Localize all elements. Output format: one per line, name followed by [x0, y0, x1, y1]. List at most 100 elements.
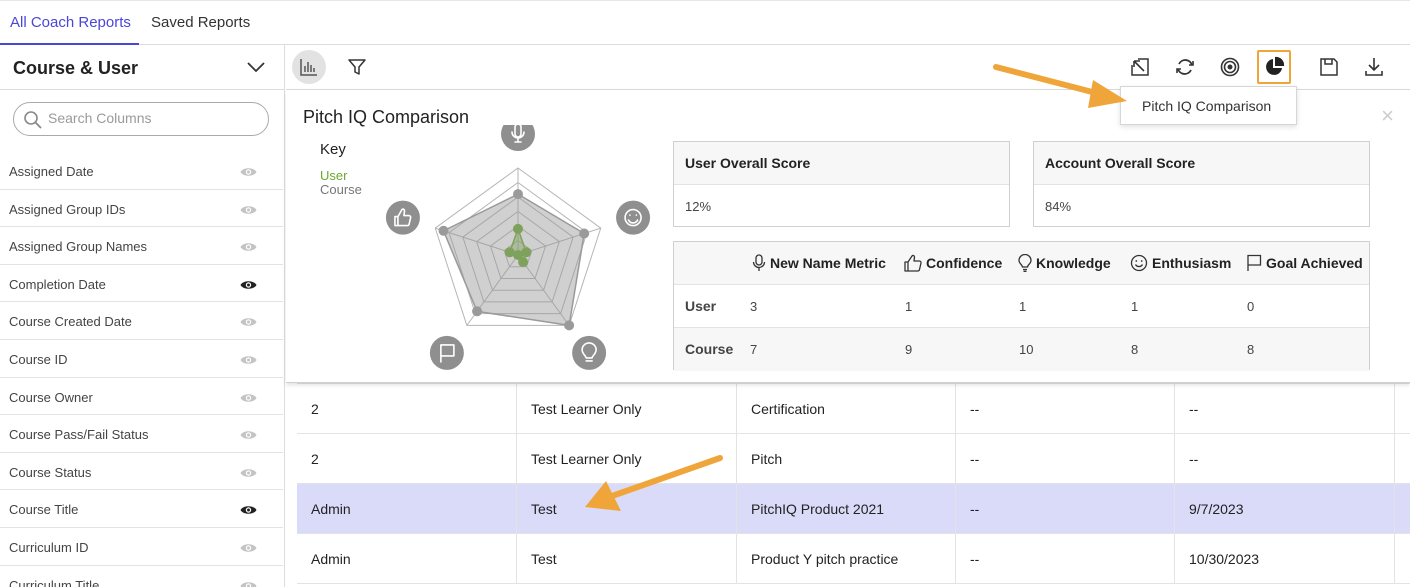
- save-button[interactable]: [1312, 50, 1346, 84]
- column-item[interactable]: Course Title: [0, 490, 283, 528]
- radar-series-course: [442, 193, 586, 327]
- table-cell: --: [956, 384, 1175, 434]
- metric-value: 8: [1131, 342, 1139, 357]
- tab-all-coach-reports[interactable]: All Coach Reports: [10, 14, 131, 31]
- radar-point-course: [438, 225, 449, 236]
- table-cell: Test Learner Only: [517, 434, 737, 484]
- table-cell: Certification: [737, 384, 956, 434]
- tab-saved-reports[interactable]: Saved Reports: [151, 14, 250, 31]
- metrics-row-label: Course: [685, 341, 734, 357]
- column-item[interactable]: Course Status: [0, 453, 283, 491]
- metric-header-confidence: Confidence: [904, 254, 1002, 272]
- table-cell: --: [956, 534, 1175, 584]
- metric-value: 9: [905, 342, 913, 357]
- smiley-icon: [1130, 254, 1148, 272]
- target-button[interactable]: [1213, 50, 1247, 84]
- bar-chart-button[interactable]: [292, 50, 326, 84]
- account-overall-score-label: Account Overall Score: [1034, 142, 1369, 185]
- download-button[interactable]: [1357, 50, 1391, 84]
- column-item[interactable]: Completion Date: [0, 265, 283, 303]
- radar-axis-badge: [572, 335, 607, 370]
- microphone-icon: [752, 254, 766, 271]
- eye-hidden-icon[interactable]: [240, 428, 257, 446]
- eye-icon[interactable]: [240, 278, 257, 296]
- account-overall-score-box: Account Overall Score 84%: [1033, 141, 1370, 227]
- table-cell: Test Learner Only: [517, 384, 737, 434]
- refresh-icon: [1176, 59, 1194, 75]
- radar-badge-circle: [616, 200, 651, 235]
- table-cell: --: [1175, 384, 1395, 434]
- eye-hidden-icon[interactable]: [240, 541, 257, 559]
- eye-hidden-icon[interactable]: [240, 240, 257, 258]
- filter-icon: [348, 59, 366, 75]
- eye-hidden-icon[interactable]: [240, 579, 257, 587]
- user-overall-score-label: User Overall Score: [674, 142, 1009, 185]
- column-item[interactable]: Curriculum Title: [0, 566, 283, 587]
- columns-panel-header[interactable]: Course & User: [0, 45, 284, 90]
- table-cell: --: [956, 434, 1175, 484]
- table-row[interactable]: Admin Test Product Y pitch practice -- 10/30…: [297, 534, 1410, 584]
- table-row[interactable]: 2 Test Learner Only Pitch -- --: [297, 434, 1410, 484]
- table-row[interactable]: 2 Test Learner Only Certification -- --: [297, 384, 1410, 434]
- metric-value: 1: [1131, 299, 1139, 314]
- pitch-iq-comparison-button[interactable]: [1257, 50, 1291, 84]
- metric-header-new-name: New Name Metric: [752, 254, 886, 272]
- user-overall-score-value: 12%: [685, 199, 712, 214]
- metric-value: 3: [750, 299, 758, 314]
- pitch-iq-comparison-tooltip: Pitch IQ Comparison: [1120, 86, 1297, 125]
- eye-hidden-icon[interactable]: [240, 315, 257, 333]
- column-item-label: Assigned Group IDs: [9, 201, 126, 217]
- column-item-label: Course Title: [9, 502, 79, 518]
- column-list: Assigned Date Assigned Group IDs Assigned …: [0, 152, 283, 587]
- column-item-label: Curriculum Title: [9, 577, 100, 587]
- report-tabs: All Coach Reports Saved Reports: [0, 0, 1410, 46]
- column-item[interactable]: Course ID: [0, 340, 283, 378]
- metrics-table: New Name Metric Confidence Knowledge Ent…: [673, 241, 1370, 371]
- search-columns-input[interactable]: [48, 110, 248, 126]
- column-item[interactable]: Course Owner: [0, 378, 283, 416]
- user-overall-score-box: User Overall Score 12%: [673, 141, 1010, 227]
- table-cell: Product Y pitch practice: [737, 534, 956, 584]
- eye-hidden-icon[interactable]: [240, 165, 257, 183]
- eye-hidden-icon[interactable]: [240, 391, 257, 409]
- search-columns-field[interactable]: [13, 102, 269, 136]
- columns-panel: Course & User Assigned Date Assigned Grou…: [0, 45, 285, 587]
- download-icon: [1365, 58, 1383, 76]
- table-cell: 2: [297, 434, 517, 484]
- metrics-row-label: User: [685, 298, 717, 314]
- lightbulb-icon: [1018, 254, 1032, 272]
- metric-value: 1: [1019, 299, 1027, 314]
- column-item[interactable]: Course Created Date: [0, 302, 283, 340]
- refresh-button[interactable]: [1168, 50, 1202, 84]
- metric-value: 7: [750, 342, 758, 357]
- close-icon[interactable]: ×: [1381, 103, 1394, 129]
- metric-header-enthusiasm: Enthusiasm: [1130, 254, 1231, 272]
- metric-value: 8: [1247, 342, 1255, 357]
- table-row[interactable]: Admin Test PitchIQ Product 2021 -- 9/7/2023: [297, 484, 1410, 534]
- target-icon: [1220, 57, 1240, 77]
- filter-button[interactable]: [340, 50, 374, 84]
- pie-chart-icon: [1266, 56, 1285, 75]
- column-item[interactable]: Assigned Group Names: [0, 227, 283, 265]
- column-item[interactable]: Assigned Date: [0, 152, 283, 190]
- column-item[interactable]: Curriculum ID: [0, 528, 283, 566]
- eye-hidden-icon[interactable]: [240, 203, 257, 221]
- column-item-label: Course Status: [9, 464, 92, 480]
- radar-badge-circle: [385, 200, 420, 235]
- table-cell: --: [956, 484, 1175, 534]
- export-arrow-icon: [1131, 58, 1149, 76]
- eye-hidden-icon[interactable]: [240, 353, 257, 371]
- table-cell: 2: [297, 384, 517, 434]
- metrics-row-user: User 3 1 1 1 0: [674, 285, 1369, 328]
- export-button[interactable]: [1123, 50, 1157, 84]
- table-cell: Admin: [297, 534, 517, 584]
- eye-icon[interactable]: [240, 503, 257, 521]
- metric-value: 1: [905, 299, 913, 314]
- column-item[interactable]: Course Pass/Fail Status: [0, 415, 283, 453]
- eye-hidden-icon[interactable]: [240, 466, 257, 484]
- column-item-label: Course Pass/Fail Status: [9, 427, 149, 443]
- chevron-down-icon[interactable]: [246, 57, 266, 77]
- column-item[interactable]: Assigned Group IDs: [0, 190, 283, 228]
- toolbar: [286, 45, 1410, 90]
- search-icon: [24, 111, 42, 129]
